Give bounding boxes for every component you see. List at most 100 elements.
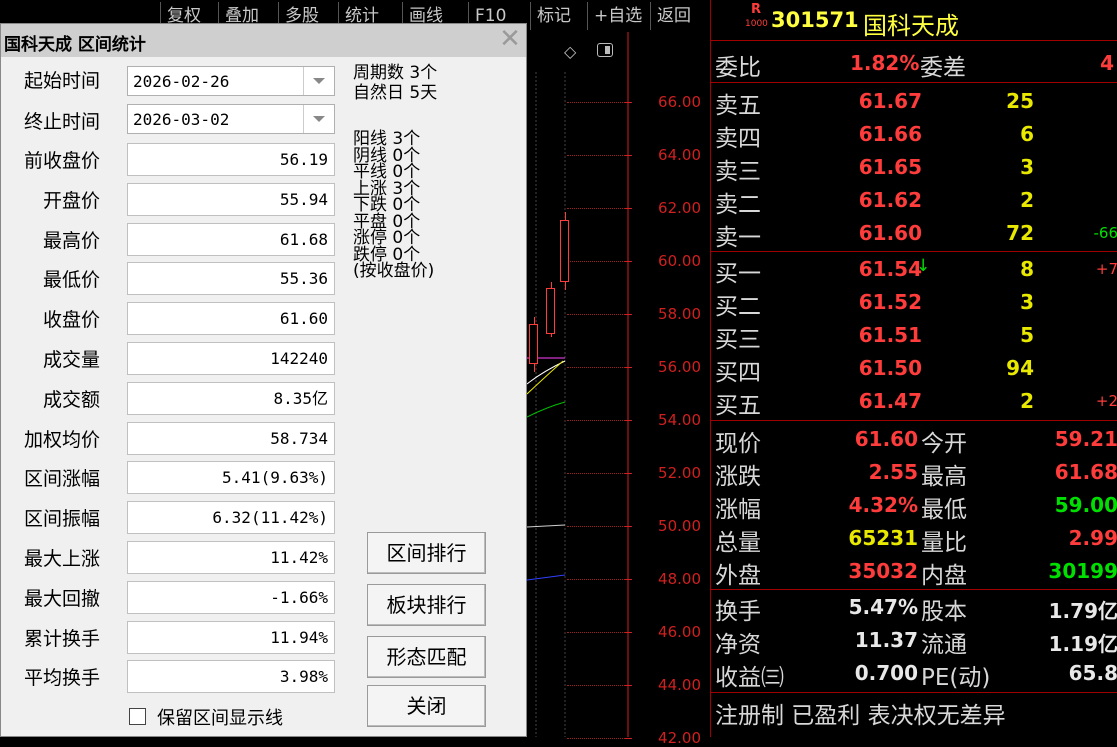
stock-code: 301571 bbox=[771, 8, 859, 32]
candle-body[interactable] bbox=[560, 220, 569, 282]
sell-row[interactable]: 卖三61.653 bbox=[715, 150, 1117, 183]
fin-label: 收益㈢ bbox=[715, 658, 784, 692]
weibi-value: 1.82% bbox=[850, 51, 919, 75]
close-button[interactable]: 关闭 bbox=[367, 685, 486, 727]
window-toggle-icon[interactable] bbox=[597, 43, 613, 57]
field-value[interactable]: 61.68 bbox=[127, 223, 335, 256]
stats-label: 外盘 bbox=[715, 556, 761, 590]
range-ranking-button[interactable]: 区间排行 bbox=[367, 532, 486, 574]
field-label: 加权均价 bbox=[24, 425, 100, 452]
field-label: 累计换手 bbox=[24, 624, 100, 651]
field-label: 最高价 bbox=[43, 226, 100, 253]
stats-value: 61.60 bbox=[855, 427, 918, 451]
stats-value2: 59.21 bbox=[1055, 427, 1117, 451]
buy-row[interactable]: 买三61.515 bbox=[715, 318, 1117, 351]
chevron-down-icon[interactable] bbox=[303, 67, 334, 95]
stats-label2: 今开 bbox=[921, 424, 967, 458]
field-value[interactable]: -1.66% bbox=[127, 581, 335, 614]
fin-label2: 流通 bbox=[921, 625, 967, 659]
buy-price: 61.54 bbox=[859, 257, 922, 281]
field-value[interactable]: 55.94 bbox=[127, 183, 335, 216]
stats-label2: 内盘 bbox=[921, 556, 967, 590]
pattern-match-button[interactable]: 形态匹配 bbox=[367, 636, 486, 678]
field-label: 最大回撤 bbox=[24, 584, 100, 611]
buy-row[interactable]: 买一61.548+7↓ bbox=[715, 252, 1117, 285]
candle-count-stat: 阳线 3个 bbox=[353, 131, 420, 147]
price-axis-tick bbox=[624, 526, 632, 527]
field-value[interactable]: 8.35亿 bbox=[127, 382, 335, 415]
r-badge: R bbox=[751, 2, 761, 17]
field-label: 成交额 bbox=[43, 385, 100, 412]
field-value[interactable]: 55.36 bbox=[127, 262, 335, 295]
keep-range-lines-checkbox[interactable] bbox=[129, 708, 146, 725]
start-time-select[interactable]: 2026-02-26 bbox=[127, 66, 335, 96]
price-gridline bbox=[567, 473, 625, 474]
field-value[interactable]: 61.60 bbox=[127, 302, 335, 335]
price-axis-label: 56.00 bbox=[658, 358, 701, 376]
candle-count-stat: 涨停 0个 bbox=[353, 230, 420, 246]
toolbar-button-8[interactable]: 返回 bbox=[650, 2, 697, 30]
candle-body[interactable] bbox=[546, 288, 555, 334]
close-icon[interactable]: ✕ bbox=[498, 25, 522, 53]
buy-label: 买五 bbox=[715, 386, 761, 420]
field-value[interactable]: 56.19 bbox=[127, 143, 335, 176]
listing-tags: 注册制 已盈利 表决权无差异 bbox=[715, 696, 1006, 730]
price-gridline bbox=[567, 261, 625, 262]
stats-label2: 最低 bbox=[921, 490, 967, 524]
candle-count-stat: 下跌 0个 bbox=[353, 197, 420, 213]
field-value[interactable]: 5.41(9.63%) bbox=[127, 461, 335, 494]
price-axis-tick bbox=[624, 685, 632, 686]
divider bbox=[711, 692, 1117, 693]
divider bbox=[711, 40, 1117, 41]
period-stat: 自然日 5天 bbox=[353, 85, 437, 101]
sector-ranking-button[interactable]: 板块排行 bbox=[367, 584, 486, 626]
buy-volume: 3 bbox=[1020, 290, 1034, 314]
candle-body[interactable] bbox=[529, 324, 538, 364]
field-value[interactable]: 3.98% bbox=[127, 660, 335, 693]
price-axis-tick bbox=[624, 155, 632, 156]
buy-row[interactable]: 买四61.5094 bbox=[715, 351, 1117, 384]
sell-row[interactable]: 卖一61.6072-66 bbox=[715, 216, 1117, 249]
sell-row[interactable]: 卖二61.622 bbox=[715, 183, 1117, 216]
fin-row: 净资11.37流通1.19亿 bbox=[715, 623, 1117, 656]
price-gridline bbox=[567, 314, 625, 315]
toolbar-button-6[interactable]: 标记 bbox=[530, 2, 577, 30]
keep-range-lines-label: 保留区间显示线 bbox=[157, 704, 283, 730]
buy-row[interactable]: 买五61.472+2 bbox=[715, 384, 1117, 417]
sell-row[interactable]: 卖五61.6725 bbox=[715, 84, 1117, 117]
field-value[interactable]: 58.734 bbox=[127, 422, 335, 455]
dialog-titlebar[interactable]: 国科天成 区间统计 ✕ bbox=[1, 24, 526, 57]
chevron-down-icon[interactable] bbox=[303, 105, 334, 133]
fin-value: 5.47% bbox=[849, 595, 918, 619]
sell-label: 卖一 bbox=[715, 218, 761, 252]
field-value[interactable]: 6.32(11.42%) bbox=[127, 501, 335, 534]
diamond-icon[interactable]: ◇ bbox=[564, 42, 582, 60]
dialog-title: 国科天成 区间统计 bbox=[4, 30, 146, 55]
field-label: 区间振幅 bbox=[24, 504, 100, 531]
buy-label: 买二 bbox=[715, 287, 761, 321]
buy-row[interactable]: 买二61.523 bbox=[715, 285, 1117, 318]
field-value[interactable]: 11.42% bbox=[127, 541, 335, 574]
toolbar-button-7[interactable]: +自选 bbox=[587, 2, 648, 30]
stats-label2: 最高 bbox=[921, 457, 967, 491]
price-axis-tick bbox=[624, 420, 632, 421]
field-value[interactable]: 142240 bbox=[127, 342, 335, 375]
kline-chart[interactable]: ◇ 66.0064.0062.0060.0058.0056.0054.0052.… bbox=[527, 32, 710, 737]
sell-change: -66 bbox=[1094, 224, 1117, 242]
stats-row: 涨跌2.55最高61.68 bbox=[715, 455, 1117, 488]
stats-value: 65231 bbox=[848, 526, 918, 550]
candle-count-stat: (按收盘价) bbox=[353, 263, 434, 279]
sell-label: 卖三 bbox=[715, 152, 761, 186]
end-time-select[interactable]: 2026-03-02 bbox=[127, 104, 335, 134]
buy-label: 买三 bbox=[715, 320, 761, 354]
sell-price: 61.65 bbox=[859, 155, 922, 179]
sell-label: 卖四 bbox=[715, 119, 761, 153]
sell-row[interactable]: 卖四61.666 bbox=[715, 117, 1117, 150]
fin-value2: 1.79亿 bbox=[1049, 595, 1117, 624]
sell-label: 卖五 bbox=[715, 86, 761, 120]
end-time-value: 2026-03-02 bbox=[133, 110, 229, 129]
sell-volume: 2 bbox=[1020, 188, 1034, 212]
field-value[interactable]: 11.94% bbox=[127, 621, 335, 654]
field-label: 最大上涨 bbox=[24, 544, 100, 571]
price-axis-tick bbox=[624, 208, 632, 209]
